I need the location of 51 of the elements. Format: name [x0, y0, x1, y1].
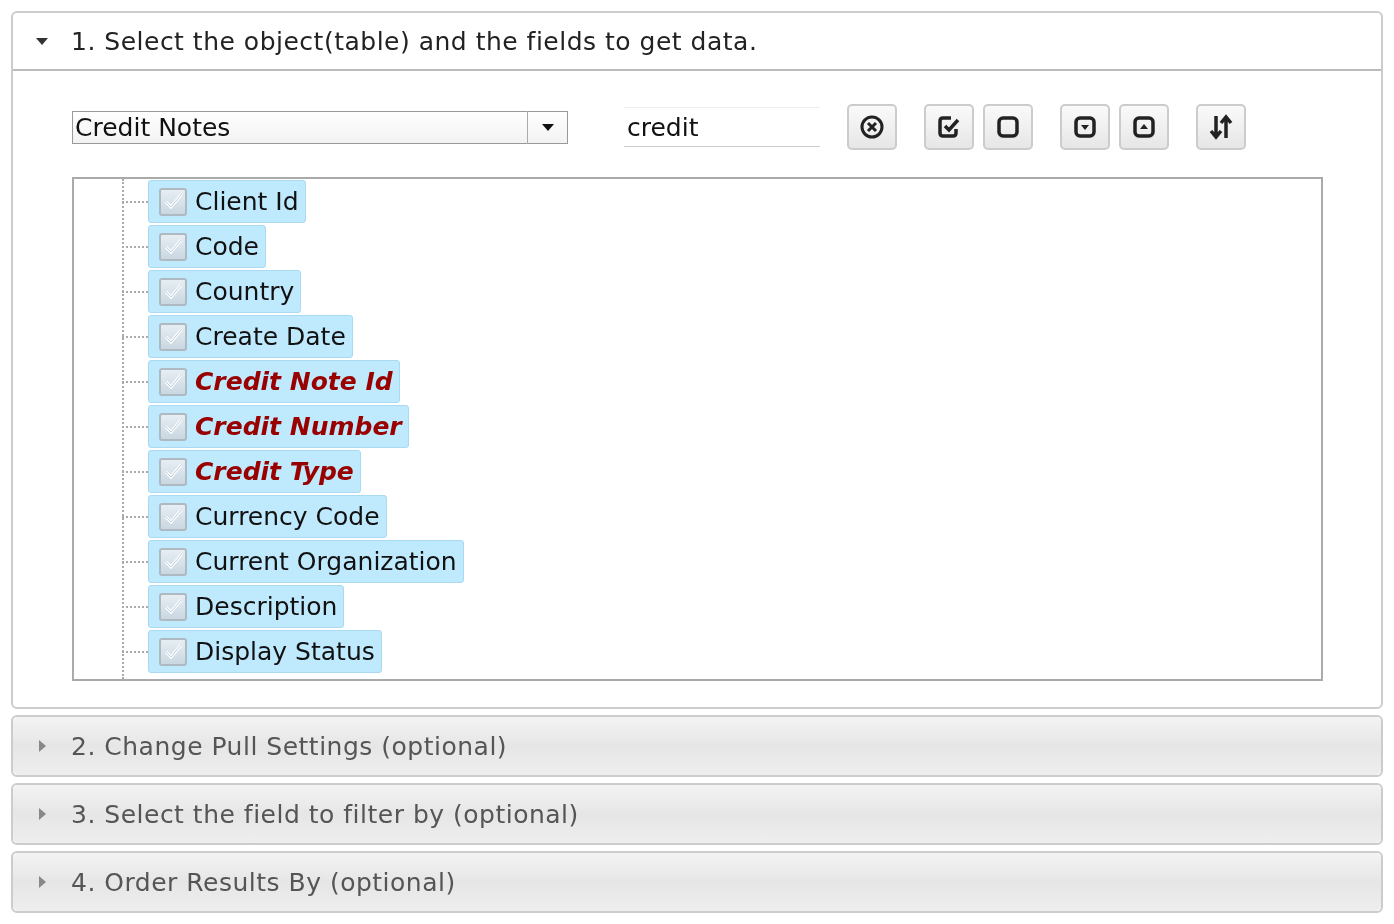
field-label: Credit Note Id: [195, 367, 393, 396]
field-label: Description: [195, 592, 338, 621]
caret-down-icon: [540, 122, 555, 132]
section-header[interactable]: 3. Select the field to filter by (optional): [13, 785, 1381, 843]
field-label: Currency Code: [195, 502, 380, 531]
checkbox[interactable]: [159, 547, 187, 576]
section-header[interactable]: 2. Change Pull Settings (optional): [13, 717, 1381, 775]
sort-icon: [1208, 114, 1234, 140]
field-label: Credit Number: [195, 412, 402, 441]
box-up-icon: [1131, 114, 1157, 140]
field-label: Country: [195, 277, 295, 306]
expand-all-button[interactable]: [1060, 104, 1110, 150]
collapse-all-button[interactable]: [1119, 104, 1169, 150]
checkbox[interactable]: [159, 277, 187, 306]
checkbox[interactable]: [159, 592, 187, 621]
checkbox[interactable]: [159, 637, 187, 666]
search-field[interactable]: credit: [624, 107, 820, 147]
field-item[interactable]: Current Organization: [148, 540, 464, 583]
clear-search-button[interactable]: [847, 104, 897, 150]
checkbox[interactable]: [159, 457, 187, 486]
field-item[interactable]: Client Id: [148, 180, 306, 223]
field-item[interactable]: Credit Type: [148, 450, 361, 493]
field-label: Create Date: [195, 322, 346, 351]
field-item[interactable]: Description: [148, 585, 345, 628]
sort-button[interactable]: [1196, 104, 1246, 150]
field-item[interactable]: Code: [148, 225, 266, 268]
field-item[interactable]: Currency Code: [148, 495, 387, 538]
checkbox[interactable]: [159, 232, 187, 261]
field-item[interactable]: Credit Note Id: [148, 360, 400, 403]
box-down-icon: [1072, 114, 1098, 140]
checked-box-icon: [936, 114, 962, 140]
field-item[interactable]: Credit Number: [148, 405, 409, 448]
checkbox[interactable]: [159, 412, 187, 441]
section-header[interactable]: 4. Order Results By (optional): [13, 853, 1381, 911]
field-label: Current Organization: [195, 547, 457, 576]
checkbox[interactable]: [159, 502, 187, 531]
uncheck-all-button[interactable]: [983, 104, 1033, 150]
checkbox[interactable]: [159, 367, 187, 396]
field-label: Client Id: [195, 187, 299, 216]
clear-icon: [859, 114, 885, 140]
field-item[interactable]: Country: [148, 270, 302, 313]
field-label: Credit Type: [195, 457, 354, 486]
field-label: Code: [195, 232, 259, 261]
check-all-button[interactable]: [924, 104, 974, 150]
object-select[interactable]: Credit Notes: [72, 110, 568, 144]
field-item[interactable]: Display Status: [148, 630, 382, 673]
field-item[interactable]: Create Date: [148, 315, 353, 358]
field-label: Display Status: [195, 637, 375, 666]
checkbox[interactable]: [159, 322, 187, 351]
checkbox[interactable]: [159, 187, 187, 216]
empty-box-icon: [995, 114, 1021, 140]
